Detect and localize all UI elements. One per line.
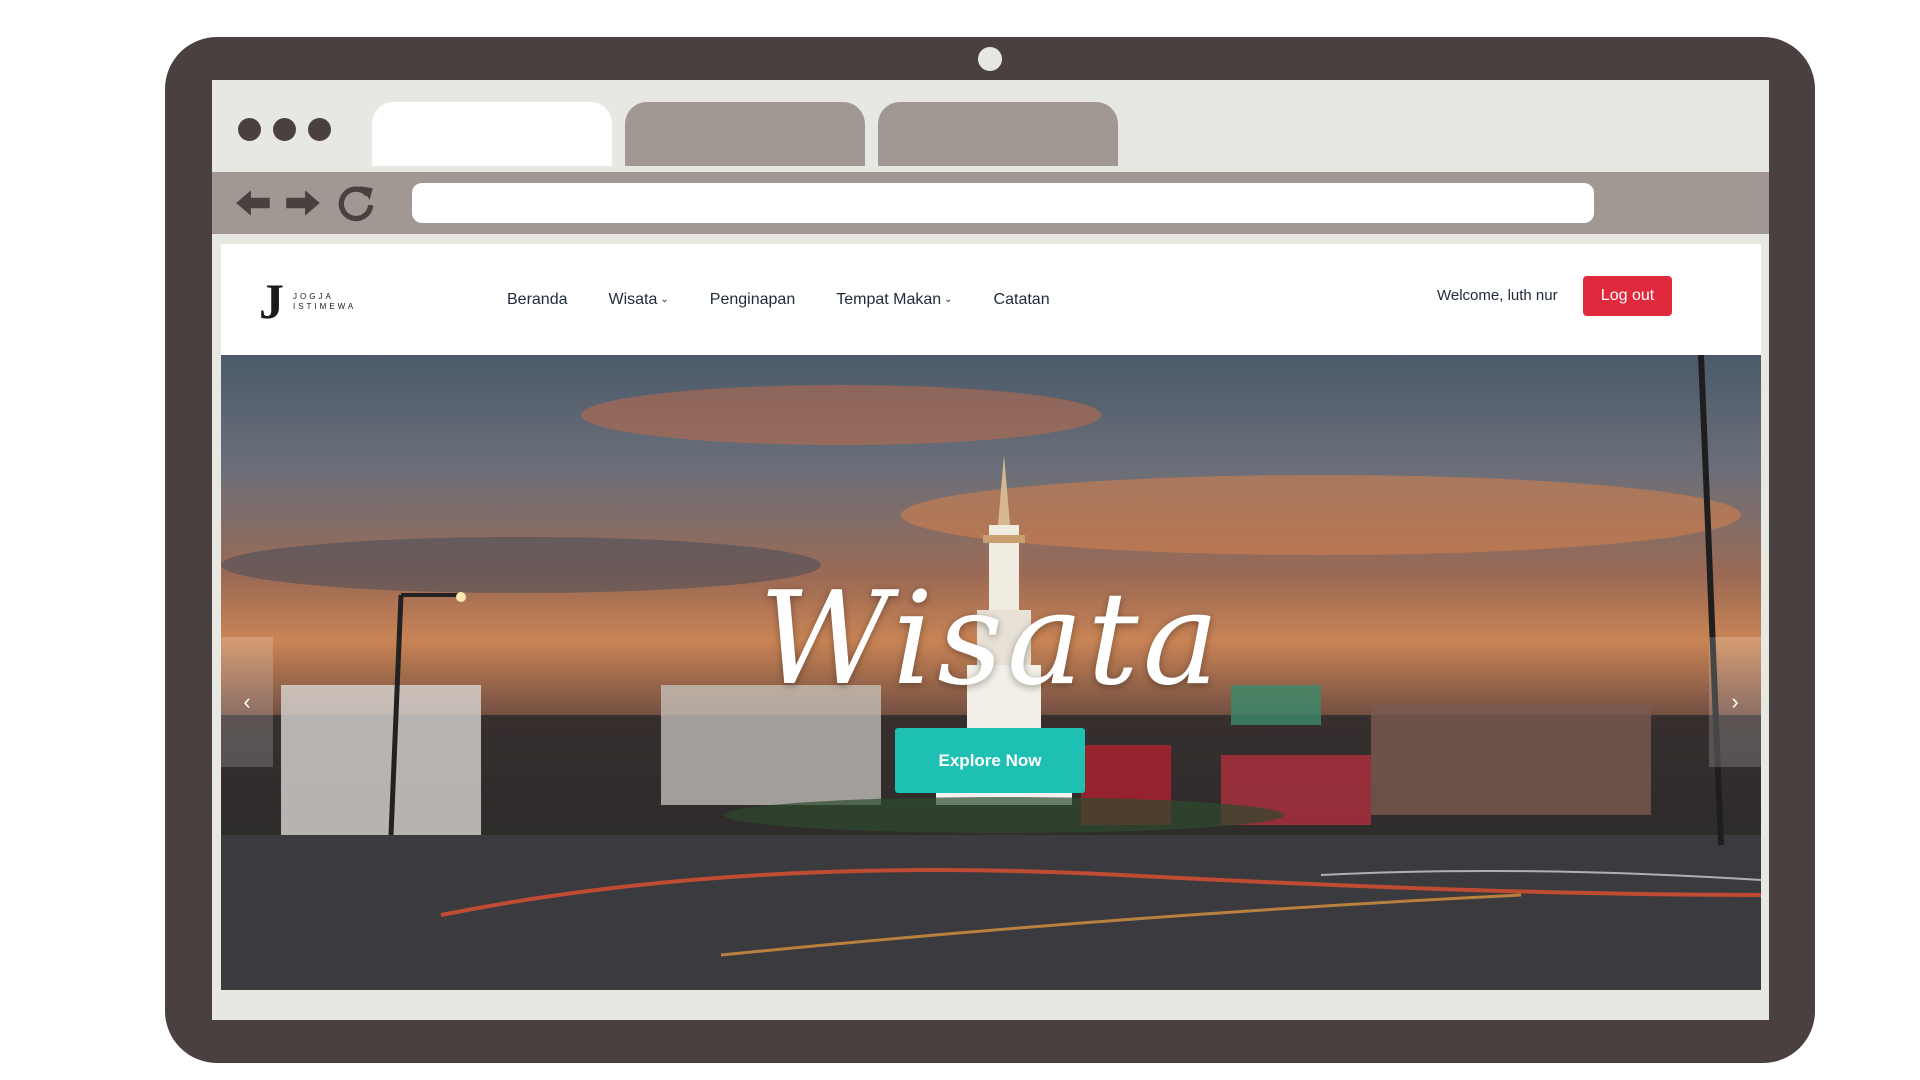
- nav-item-label: Tempat Makan: [836, 290, 942, 308]
- window-dot-icon[interactable]: [308, 118, 331, 141]
- nav-item-label: Wisata: [608, 290, 658, 308]
- site-header: J JOGJA ISTIMEWA Beranda Wisata ⌄ Pengin…: [221, 244, 1761, 355]
- hero-title: Wisata: [759, 565, 1223, 714]
- forward-arrow-icon[interactable]: [282, 182, 324, 224]
- logout-button[interactable]: Log out: [1583, 276, 1672, 316]
- carousel-prev-button[interactable]: ‹: [221, 637, 273, 767]
- reload-icon[interactable]: [335, 182, 377, 224]
- window-dot-icon[interactable]: [273, 118, 296, 141]
- carousel-next-button[interactable]: ›: [1709, 637, 1761, 767]
- nav-item-wisata[interactable]: Wisata ⌄: [609, 291, 669, 309]
- nav-item-tempat-makan[interactable]: Tempat Makan ⌄: [836, 291, 952, 309]
- address-bar-input[interactable]: [412, 183, 1594, 223]
- main-nav: Beranda Wisata ⌄ Penginapan Tempat Makan…: [507, 244, 1091, 355]
- chevron-down-icon: ⌄: [660, 294, 669, 305]
- chevron-left-icon: ‹: [243, 689, 251, 714]
- back-arrow-icon[interactable]: [232, 182, 274, 224]
- camera-icon: [978, 47, 1002, 71]
- chevron-down-icon: ⌄: [944, 294, 953, 305]
- nav-item-label: Beranda: [507, 290, 568, 308]
- chevron-right-icon: ›: [1731, 689, 1739, 714]
- hero-carousel: Wisata Explore Now ‹ ›: [221, 355, 1761, 990]
- nav-item-label: Penginapan: [709, 290, 796, 308]
- browser-toolbar: [212, 172, 1769, 234]
- window-dot-icon[interactable]: [238, 118, 261, 141]
- browser-tab-active[interactable]: [372, 102, 612, 166]
- nav-item-label: Catatan: [993, 290, 1050, 308]
- logo-text-line1: JOGJA: [293, 292, 334, 301]
- browser-tab[interactable]: [878, 102, 1118, 166]
- nav-item-beranda[interactable]: Beranda: [507, 291, 568, 309]
- nav-item-catatan[interactable]: Catatan: [994, 291, 1050, 309]
- logo-mark: J: [259, 273, 284, 329]
- nav-item-penginapan[interactable]: Penginapan: [710, 291, 795, 309]
- web-page: J JOGJA ISTIMEWA Beranda Wisata ⌄ Pengin…: [221, 244, 1761, 990]
- window-controls: [238, 118, 331, 141]
- logo-text-line2: ISTIMEWA: [293, 302, 357, 311]
- welcome-text: Welcome, luth nur: [1437, 287, 1558, 304]
- site-logo[interactable]: J JOGJA ISTIMEWA: [259, 276, 369, 328]
- explore-now-button[interactable]: Explore Now: [895, 728, 1085, 793]
- browser-tab[interactable]: [625, 102, 865, 166]
- browser-window: J JOGJA ISTIMEWA Beranda Wisata ⌄ Pengin…: [212, 80, 1769, 1020]
- device-frame: J JOGJA ISTIMEWA Beranda Wisata ⌄ Pengin…: [165, 37, 1815, 1063]
